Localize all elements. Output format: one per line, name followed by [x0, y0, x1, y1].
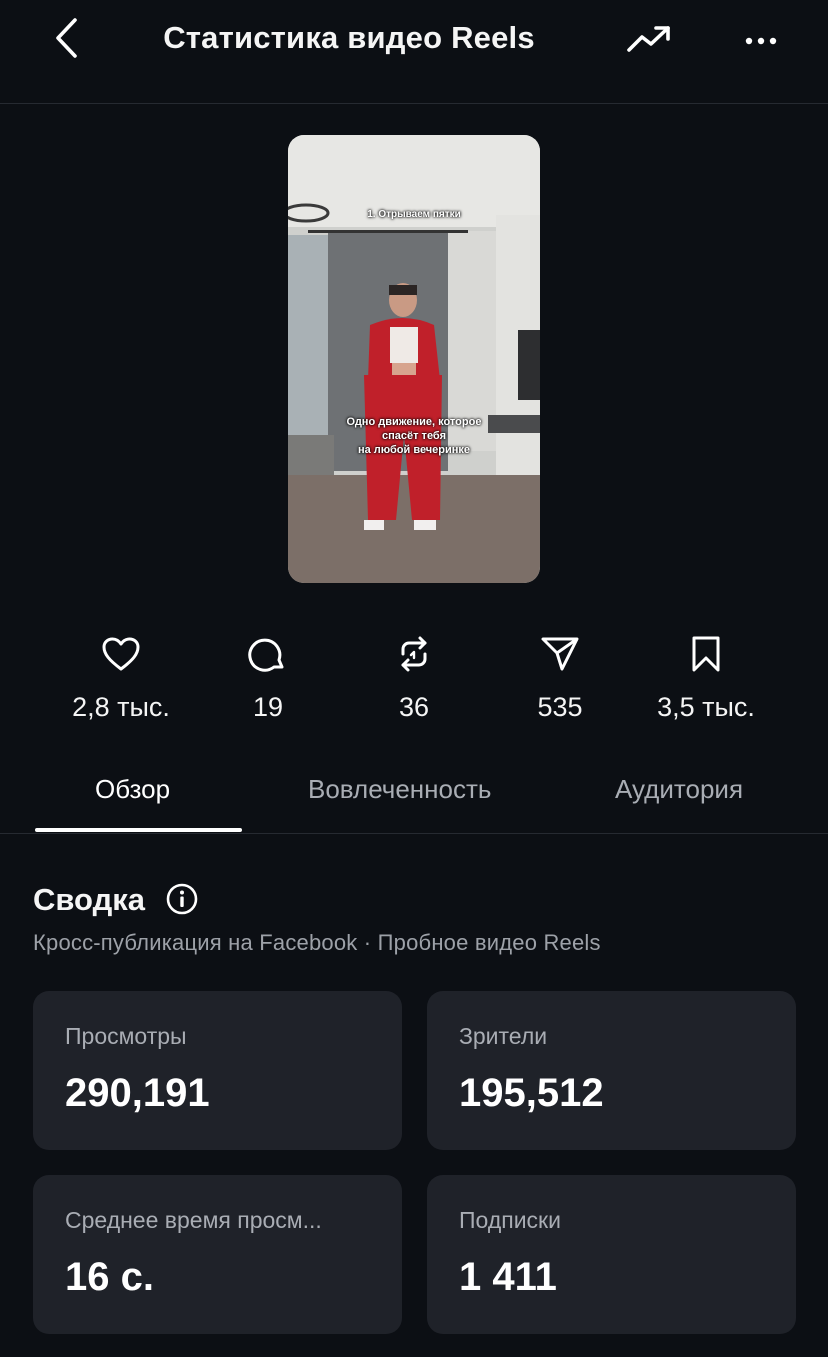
- likes-count: 2,8 тыс.: [72, 692, 170, 722]
- insights-tabs: Обзор Вовлеченность Аудитория: [0, 760, 828, 834]
- reel-thumbnail[interactable]: 1. Отрываем пятки Одно движение, которое…: [288, 135, 540, 583]
- send-icon: [540, 635, 580, 678]
- comment-icon: [248, 634, 288, 679]
- repost-icon: [396, 635, 432, 678]
- trending-up-icon: [625, 22, 673, 61]
- likes-stat[interactable]: 2,8 тыс.: [48, 630, 194, 723]
- summary-info-button[interactable]: [165, 883, 199, 920]
- bookmark-icon: [690, 635, 722, 678]
- reposts-count: 36: [398, 692, 430, 722]
- more-options-button[interactable]: [738, 18, 784, 64]
- reel-caption-line: спасёт тебя: [382, 430, 446, 442]
- avg-watch-time-value: 16 с.: [65, 1255, 154, 1299]
- views-value: 290,191: [65, 1071, 210, 1115]
- summary-title: Сводка: [33, 882, 145, 917]
- tab-audience[interactable]: Аудитория: [615, 774, 743, 805]
- summary-subtitle: Кросс-публикация на Facebook · Пробное в…: [33, 930, 601, 955]
- views-label: Просмотры: [65, 1023, 187, 1049]
- heart-icon: [101, 636, 141, 677]
- viewers-label: Зрители: [459, 1023, 548, 1049]
- page-title: Статистика видео Reels: [163, 20, 535, 55]
- follows-label: Подписки: [459, 1207, 561, 1233]
- views-card[interactable]: Просмотры 290,191: [33, 991, 402, 1150]
- reel-caption-top: 1. Отрываем пятки: [367, 209, 461, 220]
- reel-caption-line: Одно движение, которое: [346, 416, 482, 428]
- header: Статистика видео Reels: [0, 0, 828, 104]
- tab-overview[interactable]: Обзор: [95, 774, 170, 805]
- reel-caption-line: на любой вечеринке: [357, 444, 471, 456]
- saves-count: 3,5 тыс.: [657, 692, 755, 722]
- tab-engagement[interactable]: Вовлеченность: [308, 774, 491, 805]
- info-icon: [166, 883, 198, 920]
- comments-count: 19: [252, 692, 284, 722]
- reel-caption-main: Одно движение, которое спасёт тебя на лю…: [288, 415, 540, 457]
- saves-stat[interactable]: 3,5 тыс.: [633, 630, 779, 723]
- shares-count: 535: [537, 692, 583, 722]
- more-horizontal-icon: [745, 32, 777, 50]
- follows-value: 1 411: [459, 1255, 557, 1299]
- engagement-stats: 2,8 тыс. 19 36 535 3,5 тыс.: [0, 630, 828, 730]
- reposts-stat[interactable]: 36: [341, 630, 487, 723]
- avg-watch-time-label: Среднее время просм...: [65, 1207, 322, 1233]
- viewers-value: 195,512: [459, 1071, 604, 1115]
- reel-preview-image: [288, 135, 540, 583]
- comments-stat[interactable]: 19: [195, 630, 341, 723]
- insights-trend-button[interactable]: [622, 18, 676, 64]
- active-tab-indicator: [35, 828, 242, 832]
- avg-watch-time-card[interactable]: Среднее время просм... 16 с.: [33, 1175, 402, 1334]
- follows-card[interactable]: Подписки 1 411: [427, 1175, 796, 1334]
- viewers-card[interactable]: Зрители 195,512: [427, 991, 796, 1150]
- shares-stat[interactable]: 535: [487, 630, 633, 723]
